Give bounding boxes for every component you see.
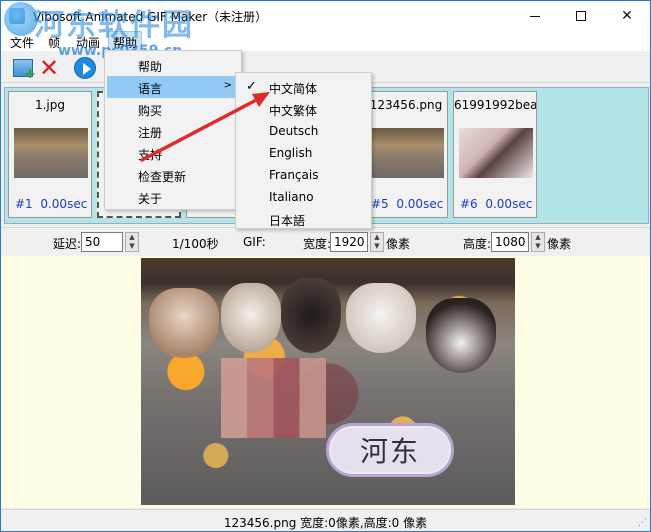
width-input[interactable]: 1920 — [330, 232, 368, 252]
frame-thumbnail — [370, 128, 444, 178]
help-menu: 帮助 语言 > 购买 注册 支持 检查更新 关于 — [104, 50, 242, 210]
dog — [426, 298, 496, 373]
play-icon — [74, 57, 96, 79]
height-stepper[interactable]: ▲ ▼ — [531, 232, 545, 252]
dog — [221, 283, 281, 353]
help-menu-item-help[interactable]: 帮助 — [107, 54, 240, 76]
dog — [149, 288, 219, 358]
language-item-de[interactable]: Deutsch — [238, 120, 370, 142]
mosaic-blur — [221, 358, 326, 438]
frame-card[interactable]: 123456.png #5 0.00sec — [364, 91, 448, 218]
preview-image: 河东 — [141, 258, 515, 505]
language-item-en[interactable]: English — [238, 142, 370, 164]
play-button[interactable] — [73, 56, 97, 80]
language-item-it[interactable]: Italiano — [238, 186, 370, 208]
help-menu-item-buy[interactable]: 购买 — [107, 98, 240, 120]
height-input[interactable]: 1080 — [491, 232, 529, 252]
language-item-ja[interactable]: 日本語 — [238, 208, 370, 230]
help-menu-item-register[interactable]: 注册 — [107, 120, 240, 142]
resize-grip-icon[interactable]: ⋰ — [638, 518, 647, 528]
settings-bar: 延迟: 50 ▲ ▼ 1/100秒 GIF: 宽度: 1920 ▲ ▼ 像素 高度:… — [1, 227, 650, 255]
close-button[interactable]: ✕ — [604, 1, 650, 31]
chevron-right-icon: > — [223, 80, 232, 91]
add-image-icon — [13, 59, 36, 82]
help-menu-item-language[interactable]: 语言 > — [107, 76, 240, 98]
width-stepper[interactable]: ▲ ▼ — [370, 232, 384, 252]
close-icon: ✕ — [621, 8, 633, 24]
help-menu-item-about[interactable]: 关于 — [107, 186, 240, 208]
language-item-fr[interactable]: Français — [238, 164, 370, 186]
text-bubble: 河东 — [326, 423, 454, 477]
watermark-text: 河东软件园 — [34, 8, 194, 43]
width-unit-label: 像素 — [386, 237, 411, 251]
frame-meta: #6 0.00sec — [460, 197, 533, 211]
status-text: 123456.png 宽度:0像素,高度:0 像素 — [223, 516, 428, 530]
minimize-button[interactable] — [512, 1, 558, 31]
preview-area: 河东 — [1, 256, 650, 508]
dog — [281, 278, 341, 353]
delay-input[interactable]: 50 — [81, 232, 123, 252]
language-item-zh-hans[interactable]: ✓ 中文简体 — [238, 76, 370, 98]
bubble-text: 河东 — [359, 435, 420, 468]
frame-card[interactable]: 61991992bea #6 0.00sec — [453, 91, 537, 218]
dog — [346, 283, 416, 353]
frame-card[interactable]: 1.jpg #1 0.00sec — [8, 91, 92, 218]
frame-name: 123456.png — [369, 98, 443, 112]
watermark-logo-icon — [4, 2, 38, 36]
delete-x-icon: ✕ — [38, 54, 60, 82]
delete-button[interactable]: ✕ — [37, 56, 61, 80]
check-icon: ✓ — [246, 79, 257, 94]
frame-meta: #5 0.00sec — [371, 197, 444, 211]
delay-stepper[interactable]: ▲ ▼ — [125, 232, 139, 252]
language-item-zh-hant[interactable]: 中文繁体 — [238, 98, 370, 120]
frame-thumbnail — [459, 128, 533, 178]
frame-meta: #1 0.00sec — [15, 197, 88, 211]
gif-label: GIF: — [243, 235, 266, 249]
help-menu-item-support[interactable]: 支持 — [107, 142, 240, 164]
add-image-button[interactable] — [11, 56, 36, 82]
status-bar: 123456.png 宽度:0像素,高度:0 像素 ⋰ — [1, 509, 650, 531]
height-unit-label: 像素 — [547, 237, 572, 251]
frame-thumbnail — [14, 128, 88, 178]
frame-name: 61991992bea — [454, 98, 536, 112]
width-label: 宽度: — [303, 237, 332, 251]
help-menu-item-check-update[interactable]: 检查更新 — [107, 164, 240, 186]
delay-unit-label: 1/100秒 — [172, 237, 219, 251]
minimize-icon — [530, 15, 540, 17]
maximize-icon — [576, 11, 586, 21]
frame-name: 1.jpg — [34, 98, 66, 112]
delay-label: 延迟: — [53, 237, 82, 251]
maximize-button[interactable] — [558, 1, 604, 31]
language-menu: ✓ 中文简体 中文繁体 Deutsch English Français Ital… — [235, 72, 372, 229]
height-label: 高度: — [463, 237, 492, 251]
